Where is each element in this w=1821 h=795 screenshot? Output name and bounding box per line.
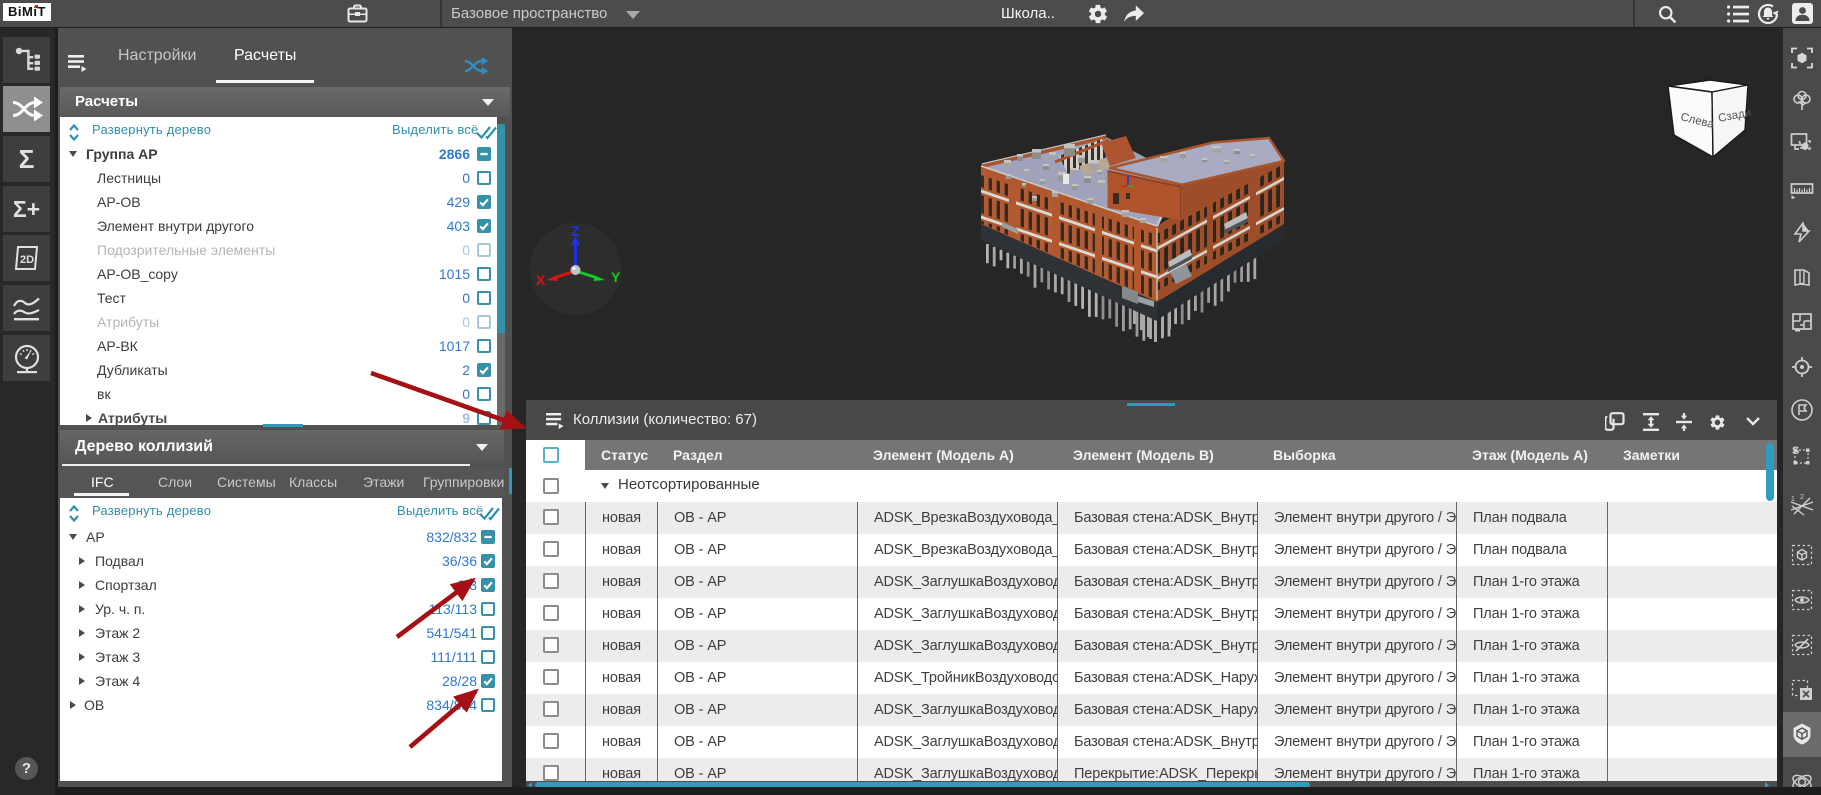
svg-text:Z: Z: [571, 223, 580, 239]
svg-text:2: 2: [1800, 494, 1804, 501]
svg-text:X: X: [536, 272, 546, 288]
svg-text:Y: Y: [611, 269, 621, 285]
svg-text:2D: 2D: [20, 254, 34, 266]
svg-text:1: 1: [1791, 496, 1795, 503]
